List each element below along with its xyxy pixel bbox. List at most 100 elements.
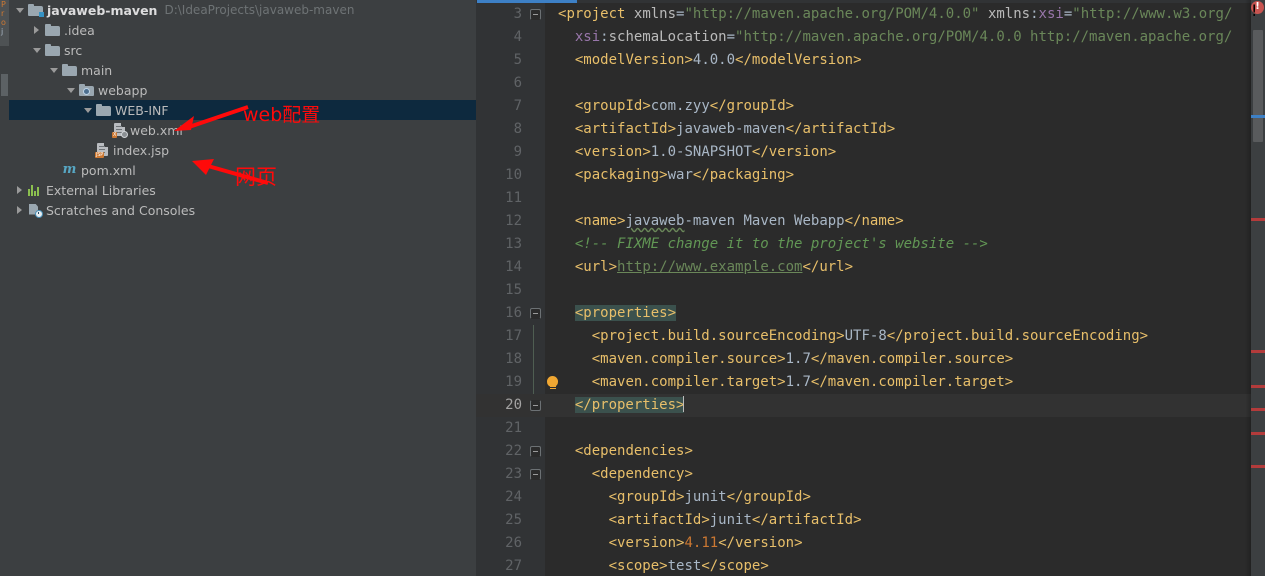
project-tree-panel[interactable]: javaweb-maven D:\IdeaProjects\javaweb-mav… — [9, 0, 476, 576]
fold-toggle-icon[interactable] — [528, 463, 544, 486]
code-line[interactable]: 17 <project.build.sourceEncoding>UTF-8</… — [476, 325, 1265, 348]
code-line[interactable]: 27 <scope>test</scope> — [476, 555, 1265, 576]
code-line[interactable]: 12 <name>javaweb-maven Maven Webapp</nam… — [476, 210, 1265, 233]
tree-row[interactable]: .idea — [9, 20, 476, 40]
code-text: <version>4.11</version> — [558, 532, 803, 555]
code-editor[interactable]: 3 <project xmlns="http://maven.apache.org… — [476, 0, 1265, 576]
error-marker[interactable] — [1251, 465, 1265, 468]
code-line[interactable]: 23 <dependency> — [476, 463, 1265, 486]
intention-bulb-icon[interactable] — [547, 376, 558, 387]
line-number: 14 — [505, 259, 522, 275]
code-line[interactable]: 9 <version>1.0-SNAPSHOT</version> — [476, 141, 1265, 164]
code-token: groupId — [583, 98, 643, 114]
tree-twisty-icon[interactable] — [66, 85, 77, 96]
project-tool-window-tab[interactable]: P r o j — [0, 0, 9, 46]
fold-toggle-icon[interactable] — [528, 440, 544, 463]
error-marker[interactable] — [1251, 350, 1265, 353]
tree-item-label: Scratches and Consoles — [46, 202, 196, 218]
code-token: < — [558, 213, 584, 229]
tree-row[interactable]: main — [9, 60, 476, 80]
code-token: > — [785, 167, 795, 183]
code-token: modelVersion — [583, 52, 685, 68]
code-token: xmlns — [987, 6, 1031, 22]
error-count-badge[interactable]: ! — [1251, 0, 1264, 20]
tree-twisty-icon[interactable] — [49, 65, 60, 76]
code-line[interactable]: 13 <!-- FIXME change it to the project's… — [476, 233, 1265, 256]
code-line[interactable]: 3 <project xmlns="http://maven.apache.org… — [476, 3, 1265, 26]
line-number: 11 — [505, 190, 522, 206]
tree-twisty-icon[interactable] — [83, 105, 94, 116]
code-line[interactable]: 11 — [476, 187, 1265, 210]
code-token: < — [558, 52, 584, 68]
code-token: scope — [718, 558, 761, 574]
line-number: 26 — [505, 535, 522, 551]
code-token: packaging — [583, 167, 660, 183]
code-line[interactable]: 14 <url>http://www.example.com</url> — [476, 256, 1265, 279]
fold-toggle-icon[interactable] — [528, 302, 544, 325]
code-token: url — [819, 259, 845, 275]
code-token: 4.11 — [684, 535, 719, 551]
code-token: war — [667, 167, 693, 183]
tree-row[interactable]: javaweb-maven D:\IdeaProjects\javaweb-mav… — [9, 0, 476, 20]
code-token: artifactId — [768, 512, 854, 528]
code-token: junit — [709, 512, 752, 528]
code-line[interactable]: 6 — [476, 72, 1265, 95]
code-line[interactable]: 10 <packaging>war</packaging> — [476, 164, 1265, 187]
error-marker[interactable] — [1251, 408, 1265, 411]
tree-twisty-icon[interactable] — [15, 185, 26, 196]
tree-twisty-icon[interactable] — [32, 45, 43, 56]
code-token: < — [558, 259, 584, 275]
tree-twisty-icon[interactable] — [32, 25, 43, 36]
code-token: > — [642, 98, 651, 114]
code-line[interactable]: 20 </properties> — [476, 394, 1265, 417]
code-line[interactable]: 8 <artifactId>javaweb-maven</artifactId> — [476, 118, 1265, 141]
code-line[interactable]: 7 <groupId>com.zyy</groupId> — [476, 95, 1265, 118]
line-number: 12 — [505, 213, 522, 229]
code-lines-container[interactable]: 3 <project xmlns="http://maven.apache.org… — [476, 3, 1265, 576]
tool-strip-button[interactable] — [1, 74, 8, 96]
code-token: 1.7 — [785, 351, 811, 367]
code-token: version — [735, 535, 795, 551]
code-line[interactable]: 19 <maven.compiler.target>1.7</maven.com… — [476, 371, 1265, 394]
error-marker[interactable] — [1251, 218, 1265, 221]
code-line[interactable]: 4 xsi:schemaLocation="http://maven.apach… — [476, 26, 1265, 49]
tree-twisty-icon[interactable] — [15, 205, 26, 216]
fold-toggle-icon[interactable] — [528, 3, 544, 26]
tree-row[interactable]: Scratches and Consoles — [9, 200, 476, 220]
code-line[interactable]: 25 <artifactId>junit</artifactId> — [476, 509, 1265, 532]
code-token: schemaLocation — [608, 29, 727, 45]
code-text: <packaging>war</packaging> — [558, 164, 794, 187]
code-token: > — [794, 535, 803, 551]
tree-twisty-icon[interactable] — [15, 5, 26, 16]
code-token: version — [583, 144, 643, 160]
code-text: <groupId>com.zyy</groupId> — [558, 95, 794, 118]
code-line[interactable]: 24 <groupId>junit</groupId> — [476, 486, 1265, 509]
code-line[interactable]: 22 <dependencies> — [476, 440, 1265, 463]
tree-row[interactable]: src — [9, 40, 476, 60]
line-number: 15 — [505, 282, 522, 298]
code-token: project.build.sourceEncoding — [903, 328, 1140, 344]
marker-gutter[interactable] — [1251, 0, 1265, 576]
code-token: > — [844, 259, 854, 275]
code-token: 1.0-SNAPSHOT — [650, 144, 752, 160]
code-line[interactable]: 5 <modelVersion>4.0.0</modelVersion> — [476, 49, 1265, 72]
code-line[interactable]: 18 <maven.compiler.source>1.7</maven.com… — [476, 348, 1265, 371]
code-line[interactable]: 21 — [476, 417, 1265, 440]
info-marker[interactable] — [1251, 115, 1265, 118]
code-text: <maven.compiler.target>1.7</maven.compil… — [558, 371, 1014, 394]
xml-config-file-icon: X — [112, 123, 128, 138]
code-token: > — [1004, 374, 1014, 390]
code-line[interactable]: 15 — [476, 279, 1265, 302]
code-line[interactable]: 16 <properties> — [476, 302, 1265, 325]
vertical-scrollbar-thumb[interactable] — [1253, 30, 1263, 142]
code-line[interactable]: 26 <version>4.11</version> — [476, 532, 1265, 555]
tree-row[interactable]: webapp — [9, 80, 476, 100]
error-marker[interactable] — [1251, 432, 1265, 435]
fold-region-line — [532, 325, 534, 348]
fold-toggle-icon[interactable] — [528, 394, 544, 417]
error-marker[interactable] — [1251, 385, 1265, 388]
code-token: > — [659, 558, 668, 574]
